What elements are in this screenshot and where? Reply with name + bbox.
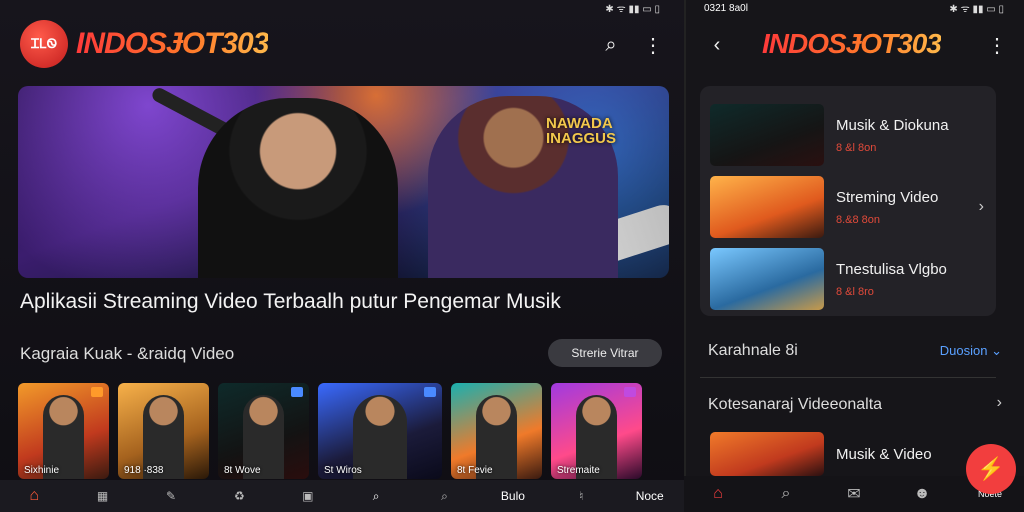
list-thumb [710,176,824,238]
hero-banner[interactable]: NAWADA INAGGUS [18,86,669,278]
nav-home-icon[interactable]: ⌂ [4,487,64,505]
hero-sign: NAWADA INAGGUS [546,115,617,147]
list-item-meta: 8.&8 8on [836,213,881,226]
more-menu-icon[interactable]: ⋮ [984,32,1010,58]
search-icon[interactable]: ⌕ [598,32,624,58]
status-icons: ✱ ᯤ ▮▮ ▭ ▯ [605,4,660,15]
section-heading: Karahnale 8i [708,342,798,359]
list-item-title: Musik & Diokuna [836,116,949,134]
list-item[interactable]: Streming Video 8.&8 8on › [710,176,990,238]
nav-bulo[interactable]: Bulo [483,489,543,503]
list-item[interactable]: Tnestulisa Vlgbo 8 &l 8ro [710,248,990,310]
singer-graphic [198,98,398,278]
hd-tag [91,387,103,397]
divider [700,377,996,378]
video-thumb[interactable]: Stremaite [551,383,642,479]
video-thumb[interactable]: Sixhinie [18,383,109,479]
video-thumb[interactable]: 918 ·838 [118,383,209,479]
status-bar: ✱ ᯤ ▮▮ ▭ ▯ [605,0,660,16]
bottom-nav: ⌂ ▦ ✎ ♻ ▣ ⌕ ⌕ Bulo ♮ Noce [0,480,684,512]
nav-music-icon[interactable]: ♮ [551,489,611,503]
video-thumbnails: Sixhinie 918 ·838 8t Wove St Wiros 8t Fe… [18,383,670,479]
status-time: 0321 8a0l [704,2,748,14]
list-item-meta: 8 &l 8ro [836,285,874,298]
nav-search-alt-icon[interactable]: ⌕ [415,489,475,504]
nav-video-icon[interactable]: ▣ [278,489,338,503]
list-thumb [710,248,824,310]
list-item-title: Musik & Video [836,445,932,463]
section-title: Kagraia Kuak - &raidq Video [20,344,235,363]
back-arrow-icon[interactable]: ‹ [704,32,730,58]
video-thumb[interactable]: 8t Wove [218,383,309,479]
thumb-caption: 918 ·838 [124,465,164,476]
list-item-meta: 8 &l 8on [836,141,877,154]
hd-tag [291,387,303,397]
nav-search-icon[interactable]: ⌕ [346,489,406,504]
list-thumb [710,104,824,166]
nav-search-icon[interactable]: ⌕ [762,485,810,503]
video-thumb[interactable]: 8t Fevie [451,383,542,479]
nav-edit-icon[interactable]: ✎ [141,489,201,503]
section-heading[interactable]: Kotesanaraj Videeonalta [708,396,882,414]
chevron-right-icon[interactable]: › [997,394,1002,412]
thumb-caption: Sixhinie [24,465,60,476]
list-item[interactable]: Musik & Video [710,432,990,476]
app-logo[interactable]: ᏆᏞᏫ INDOSɈOT303 [20,20,269,68]
video-list-panel: Musik & Diokuna 8 &l 8on Streming Video … [700,86,996,316]
nav-recycle-icon[interactable]: ♻ [209,489,269,503]
brand-name: INDOSɈOT303 [76,27,269,60]
logo-badge: ᏆᏞᏫ [20,20,68,68]
status-bar-right: ✱ ᯤ ▮▮ ▭ ▯ [949,0,1004,16]
nav-grid-icon[interactable]: ▦ [73,489,133,503]
list-item[interactable]: Musik & Diokuna 8 &l 8on [710,104,990,166]
hd-tag [424,387,436,397]
app-stage: ✱ ᯤ ▮▮ ▭ ▯ ᏆᏞᏫ INDOSɈOT303 ⌕ ⋮ NAWADA IN… [0,0,1024,512]
sort-dropdown[interactable]: Duosion ⌄ [940,343,1002,359]
nav-profile-icon[interactable]: ☻ [898,485,946,503]
brand-name-right: INDOSɈOT303 [762,28,942,59]
thumb-caption: Stremaite [557,465,600,476]
thumb-caption: 8t Fevie [457,465,493,476]
list-thumb [710,432,824,476]
chevron-right-icon: › [978,198,984,215]
video-thumb[interactable]: St Wiros [318,383,442,479]
floating-action-button[interactable]: ⚡ [966,444,1016,494]
nav-home-icon[interactable]: ⌂ [694,485,742,503]
hd-tag [624,387,636,397]
stream-button[interactable]: Strerie Vitrar [548,339,662,367]
nav-noce[interactable]: Noce [620,489,680,503]
detail-screen: 0321 8a0l ✱ ᯤ ▮▮ ▭ ▯ ‹ INDOSɈOT303 ⋮ Mus… [684,0,1024,512]
list-item-title: Streming Video [836,188,939,206]
list-item-title: Tnestulisa Vlgbo [836,260,947,278]
page-headline: Aplikasii Streaming Video Terbaalh putur… [20,290,561,313]
thumb-caption: St Wiros [324,465,362,476]
nav-inbox-icon[interactable]: ✉ [830,484,878,504]
main-screen: ✱ ᯤ ▮▮ ▭ ▯ ᏆᏞᏫ INDOSɈOT303 ⌕ ⋮ NAWADA IN… [0,0,684,512]
thumb-caption: 8t Wove [224,465,261,476]
more-menu-icon[interactable]: ⋮ [640,32,666,58]
status-icons-right: ✱ ᯤ ▮▮ ▭ ▯ [949,4,1004,15]
